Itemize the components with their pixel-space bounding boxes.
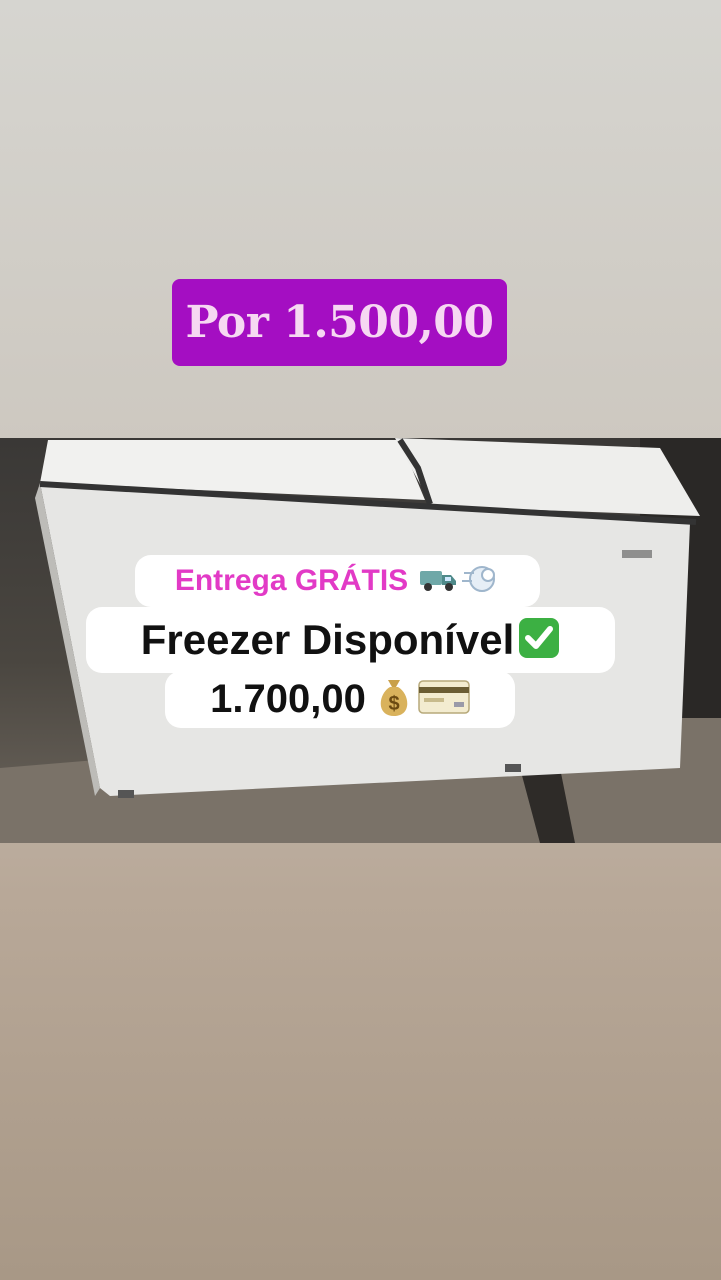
product-pill: Freezer Disponível xyxy=(86,607,615,673)
price-badge: Por 1.500,00 xyxy=(172,279,507,366)
delivery-label: Entrega GRÁTIS xyxy=(174,564,409,597)
product-label: Freezer Disponível xyxy=(140,616,515,663)
price-pill: 1.700,00 $ xyxy=(165,671,515,728)
money-bag-icon: $ xyxy=(376,676,412,723)
price-badge-text: Por 1.500,00 xyxy=(185,297,494,348)
svg-text:$: $ xyxy=(388,693,399,715)
check-mark-icon xyxy=(518,617,560,664)
delivery-pill: Entrega GRÁTIS xyxy=(135,555,540,607)
truck-icon xyxy=(418,565,458,598)
price-label: 1.700,00 xyxy=(210,677,366,721)
credit-card-icon xyxy=(418,680,470,719)
dash-icon xyxy=(462,563,500,600)
